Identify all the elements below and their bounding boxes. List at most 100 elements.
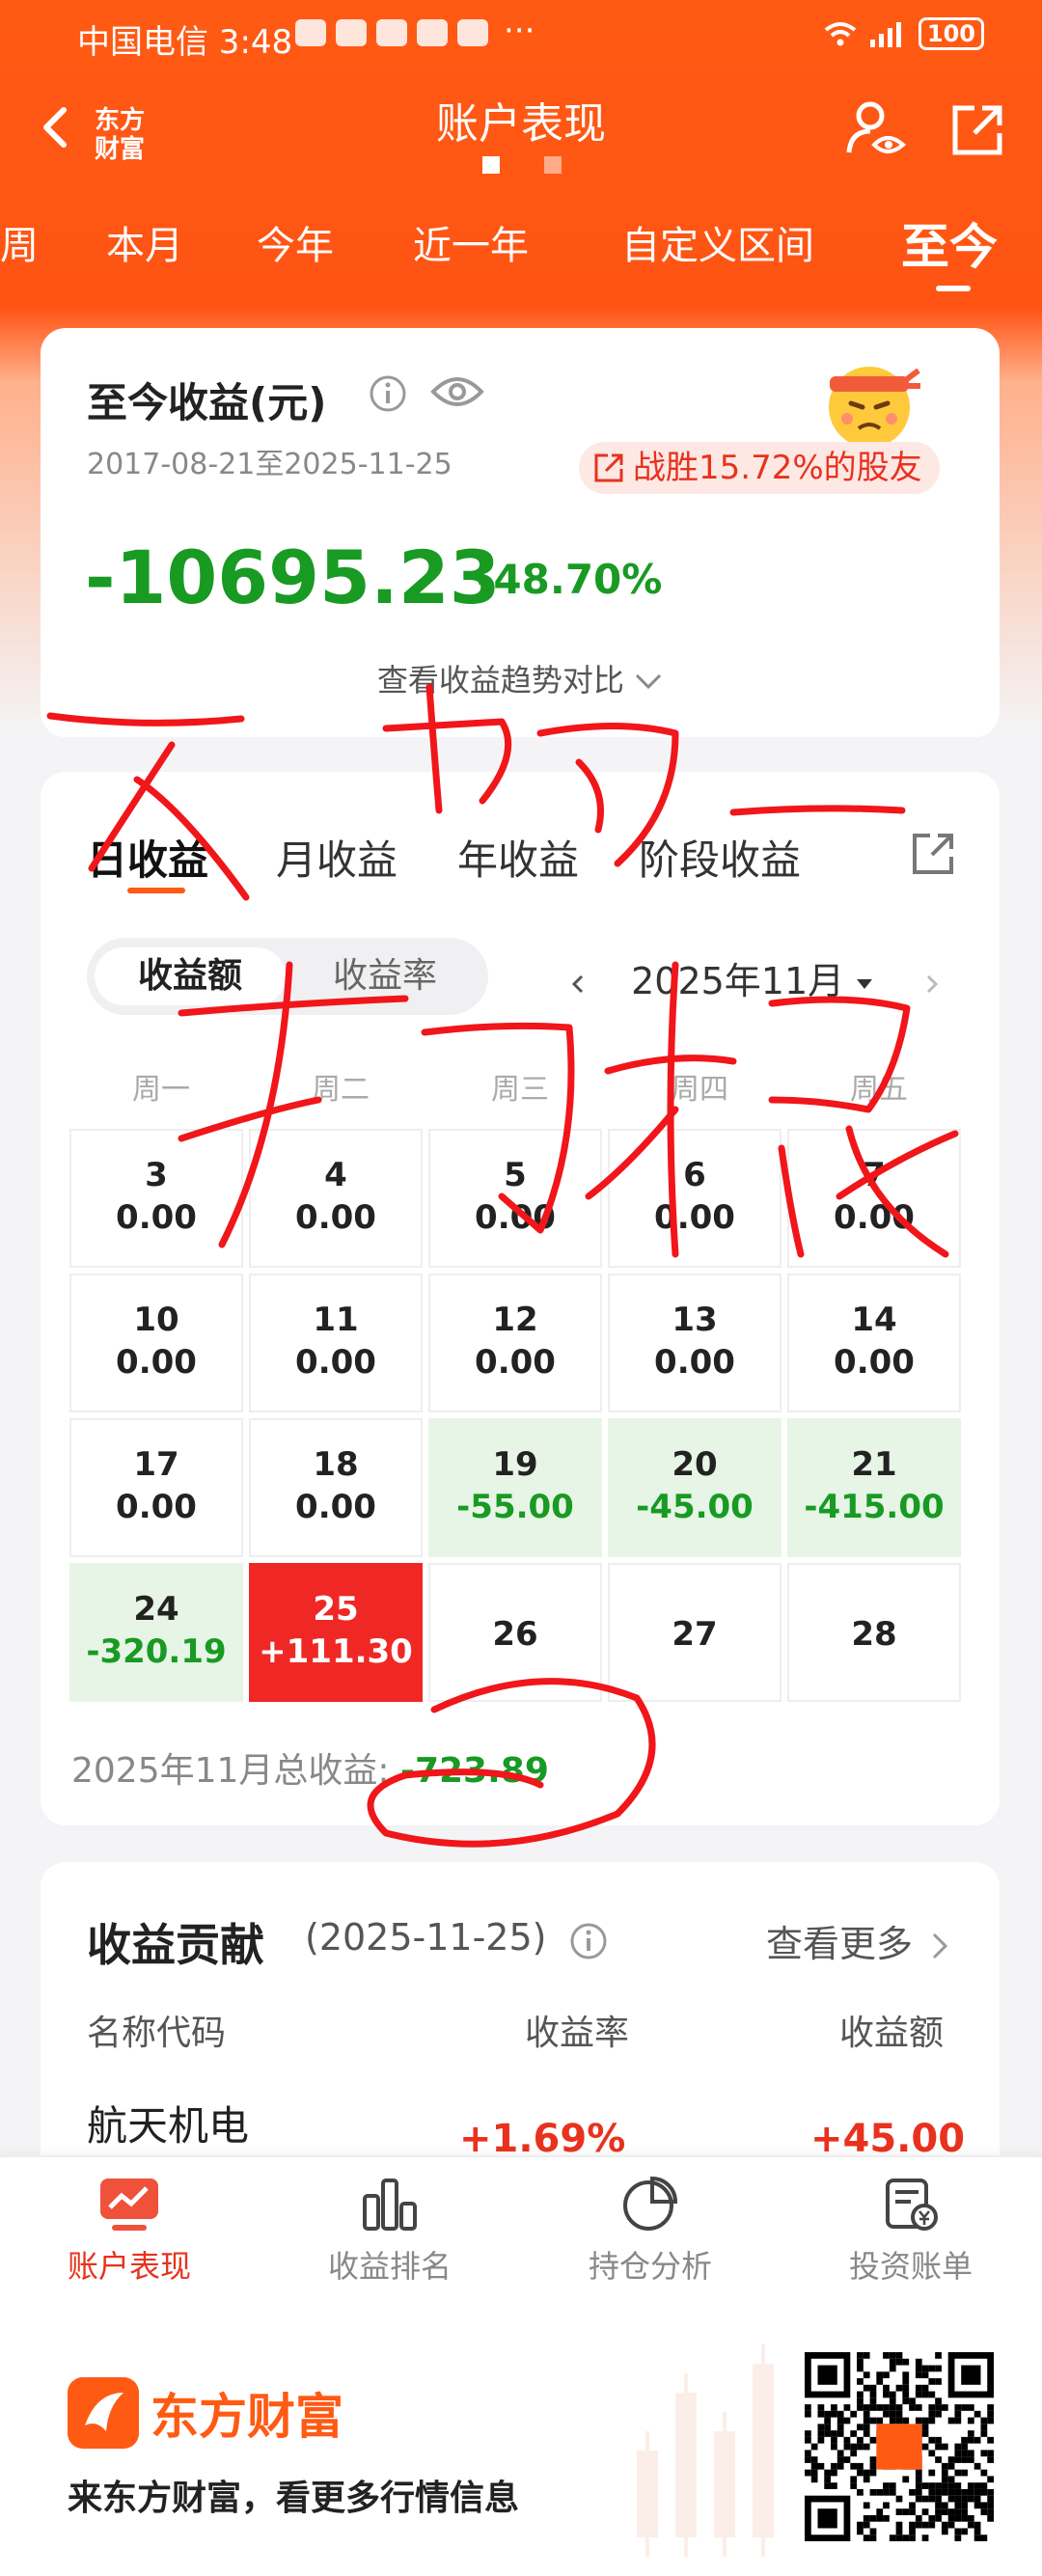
app-notification-icon bbox=[295, 19, 326, 46]
calendar-day-cell[interactable]: 25 +111.30 bbox=[249, 1563, 423, 1702]
qr-module bbox=[954, 2508, 962, 2515]
qr-module bbox=[954, 2488, 962, 2496]
share-icon[interactable] bbox=[949, 102, 1005, 158]
qr-module bbox=[902, 2371, 910, 2379]
calendar-day-cell[interactable]: 24 -320.19 bbox=[69, 1563, 243, 1702]
qr-module bbox=[967, 2521, 974, 2529]
qr-module bbox=[902, 2476, 910, 2483]
qr-module bbox=[915, 2521, 922, 2529]
qr-module bbox=[980, 2488, 988, 2496]
qr-module bbox=[915, 2384, 922, 2392]
calendar-day-cell[interactable]: 12 0.00 bbox=[428, 1274, 602, 1412]
qr-module bbox=[824, 2417, 832, 2425]
qr-module bbox=[869, 2384, 877, 2392]
caret-down-icon[interactable] bbox=[856, 977, 873, 991]
calendar-day-cell[interactable]: 28 bbox=[787, 1563, 961, 1702]
calendar-day-cell[interactable]: 19 -55.00 bbox=[428, 1418, 602, 1557]
privacy-view-icon[interactable] bbox=[845, 98, 907, 160]
day-number: 10 bbox=[133, 1301, 179, 1339]
qr-module bbox=[954, 2450, 962, 2457]
tab-monthly-profit[interactable]: 月收益 bbox=[276, 828, 398, 887]
qr-module bbox=[805, 2436, 811, 2444]
pie-chart-icon bbox=[623, 2176, 678, 2231]
day-number: 13 bbox=[672, 1301, 718, 1339]
tab-last-year[interactable]: 近一年 bbox=[413, 214, 529, 270]
export-icon[interactable] bbox=[909, 830, 957, 878]
toggle-rate[interactable]: 收益率 bbox=[289, 947, 480, 1005]
nav-account-performance[interactable]: 账户表现 bbox=[33, 2175, 226, 2287]
prev-month-icon[interactable] bbox=[567, 973, 590, 996]
calendar-day-cell[interactable]: 27 bbox=[608, 1563, 782, 1702]
qr-module bbox=[831, 2430, 837, 2437]
tab-this-month[interactable]: 本月 bbox=[106, 214, 183, 270]
stock-name[interactable]: 航天机电 bbox=[87, 2094, 249, 2152]
calendar-day-cell[interactable]: 11 0.00 bbox=[249, 1274, 423, 1412]
calendar-day-cell[interactable]: 13 0.00 bbox=[608, 1274, 782, 1412]
next-month-icon[interactable] bbox=[919, 973, 943, 996]
qr-module bbox=[843, 2417, 851, 2425]
qr-module bbox=[935, 2502, 942, 2509]
tab-custom-range[interactable]: 自定义区间 bbox=[621, 214, 814, 270]
page-indicator bbox=[482, 156, 606, 178]
toggle-amount[interactable]: 收益额 bbox=[95, 947, 286, 1005]
calendar-day-cell[interactable]: 7 0.00 bbox=[787, 1129, 961, 1268]
nav-investment-bill[interactable]: 投资账单 bbox=[814, 2175, 1007, 2287]
day-number: 28 bbox=[851, 1615, 897, 1654]
calendar-day-cell[interactable]: 18 0.00 bbox=[249, 1418, 423, 1557]
contribution-date: (2025-11-25) bbox=[305, 1916, 547, 1959]
current-month[interactable]: 2025年11月 bbox=[631, 960, 844, 1002]
month-total-label: 2025年11月总收益: bbox=[71, 1751, 390, 1791]
footer-logo: 东方财富 bbox=[68, 2377, 343, 2449]
qr-module bbox=[805, 2430, 811, 2437]
qr-module bbox=[909, 2488, 916, 2496]
qr-module bbox=[935, 2404, 942, 2411]
qr-module bbox=[831, 2436, 837, 2444]
qr-module bbox=[961, 2488, 968, 2496]
eye-icon[interactable] bbox=[430, 372, 484, 411]
qr-module bbox=[941, 2521, 948, 2529]
qr-module bbox=[947, 2417, 955, 2425]
qr-module bbox=[889, 2410, 896, 2418]
calendar-day-cell[interactable]: 10 0.00 bbox=[69, 1274, 243, 1412]
qr-module bbox=[863, 2417, 870, 2425]
tab-to-date[interactable]: 至今 bbox=[901, 208, 998, 278]
calendar-day-cell[interactable]: 14 0.00 bbox=[787, 1274, 961, 1412]
nav-profit-ranking[interactable]: 收益排名 bbox=[293, 2175, 486, 2287]
qr-module bbox=[909, 2502, 916, 2509]
calendar-day-cell[interactable]: 6 0.00 bbox=[608, 1129, 782, 1268]
tab-week[interactable]: 周 bbox=[0, 214, 39, 270]
info-icon[interactable] bbox=[369, 374, 407, 413]
calendar-day-cell[interactable]: 5 0.00 bbox=[428, 1129, 602, 1268]
qr-module bbox=[980, 2502, 988, 2509]
tab-daily-profit[interactable]: 日收益 bbox=[87, 828, 208, 887]
qr-module bbox=[935, 2488, 942, 2496]
see-more-link[interactable]: 查看更多 bbox=[766, 1914, 949, 1967]
calendar-day-cell[interactable]: 26 bbox=[428, 1563, 602, 1702]
qr-module bbox=[973, 2482, 981, 2489]
qr-module bbox=[817, 2508, 837, 2529]
qr-module bbox=[876, 2378, 884, 2385]
info-icon[interactable] bbox=[569, 1922, 608, 1960]
calendar-day-cell[interactable]: 4 0.00 bbox=[249, 1129, 423, 1268]
trend-compare-link[interactable]: 查看收益趋势对比 bbox=[41, 656, 1000, 700]
qr-module bbox=[980, 2469, 988, 2477]
calendar-day-cell[interactable]: 20 -45.00 bbox=[608, 1418, 782, 1557]
qr-module bbox=[928, 2404, 936, 2411]
beat-percentage-badge[interactable]: 战胜15.72%的股友 bbox=[579, 442, 940, 494]
qr-module bbox=[921, 2495, 929, 2503]
qr-module bbox=[941, 2508, 948, 2515]
weekday-label: 周四 bbox=[671, 1073, 728, 1107]
qr-module bbox=[941, 2476, 948, 2483]
nav-holding-analysis[interactable]: 持仓分析 bbox=[554, 2175, 747, 2287]
qr-module bbox=[805, 2456, 811, 2463]
qr-module bbox=[915, 2514, 922, 2522]
tab-stage-profit[interactable]: 阶段收益 bbox=[639, 828, 801, 887]
calendar-day-cell[interactable]: 21 -415.00 bbox=[787, 1418, 961, 1557]
calendar-day-cell[interactable]: 3 0.00 bbox=[69, 1129, 243, 1268]
calendar-day-cell[interactable]: 17 0.00 bbox=[69, 1418, 243, 1557]
see-more-label: 查看更多 bbox=[766, 1923, 914, 1965]
tab-yearly-profit[interactable]: 年收益 bbox=[457, 828, 579, 887]
qr-module bbox=[954, 2469, 962, 2477]
tab-this-year[interactable]: 今年 bbox=[257, 214, 334, 270]
nav-bar: 东方财富 账户表现 bbox=[0, 77, 1042, 183]
